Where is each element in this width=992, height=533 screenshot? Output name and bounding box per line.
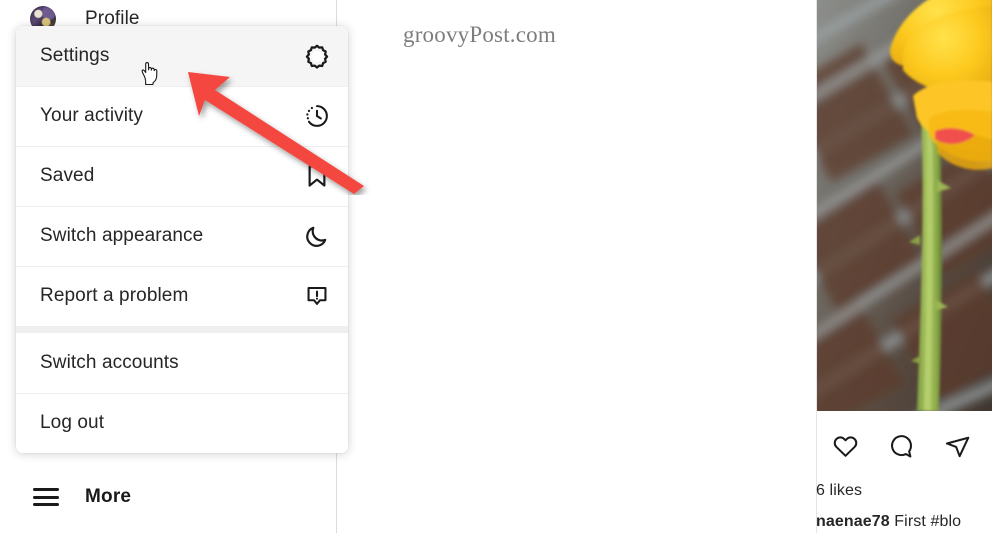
post-action-bar <box>817 423 992 469</box>
menu-group-divider <box>16 326 348 333</box>
yellow-rose-photo <box>817 0 992 411</box>
menu-item-label: Switch appearance <box>40 225 204 246</box>
crescent-moon-icon <box>304 223 330 249</box>
menu-item-settings[interactable]: Settings <box>16 26 348 86</box>
post-caption: naenae78 First #blo <box>816 513 961 531</box>
clock-activity-icon <box>304 103 330 129</box>
bookmark-icon <box>304 163 330 189</box>
watermark-text: groovyPost.com <box>403 22 556 47</box>
report-problem-icon <box>304 283 330 309</box>
hamburger-menu-icon <box>33 488 59 506</box>
more-label: More <box>85 486 132 507</box>
caption-username[interactable]: naenae78 <box>816 513 890 530</box>
likes-count: 6 likes <box>816 482 863 499</box>
comment-icon[interactable] <box>887 432 915 460</box>
sidebar-item-more[interactable]: More <box>0 471 337 523</box>
menu-item-switch-accounts[interactable]: Switch accounts <box>16 333 348 393</box>
menu-item-label: Report a problem <box>40 285 189 306</box>
menu-item-saved[interactable]: Saved <box>16 146 348 206</box>
like-icon[interactable] <box>831 432 859 460</box>
account-flyout-menu: Settings Your activity Saved Switch appe… <box>16 26 348 453</box>
menu-item-label: Saved <box>40 165 95 186</box>
gear-icon <box>304 43 330 69</box>
menu-item-label: Log out <box>40 412 105 433</box>
menu-item-switch-appearance[interactable]: Switch appearance <box>16 206 348 266</box>
app-screen: Profile More Settings Your activity Save… <box>0 0 992 533</box>
menu-item-log-out[interactable]: Log out <box>16 393 348 453</box>
menu-item-label: Your activity <box>40 105 144 126</box>
post-card <box>816 0 992 533</box>
share-icon[interactable] <box>943 432 971 460</box>
caption-text: First #blo <box>889 513 962 530</box>
menu-item-label: Switch accounts <box>40 352 179 373</box>
menu-item-report-a-problem[interactable]: Report a problem <box>16 266 348 326</box>
menu-item-your-activity[interactable]: Your activity <box>16 86 348 146</box>
menu-group-account: Switch accounts Log out <box>16 333 348 453</box>
menu-group-primary: Settings Your activity Saved Switch appe… <box>16 26 348 326</box>
menu-item-label: Settings <box>40 45 110 66</box>
